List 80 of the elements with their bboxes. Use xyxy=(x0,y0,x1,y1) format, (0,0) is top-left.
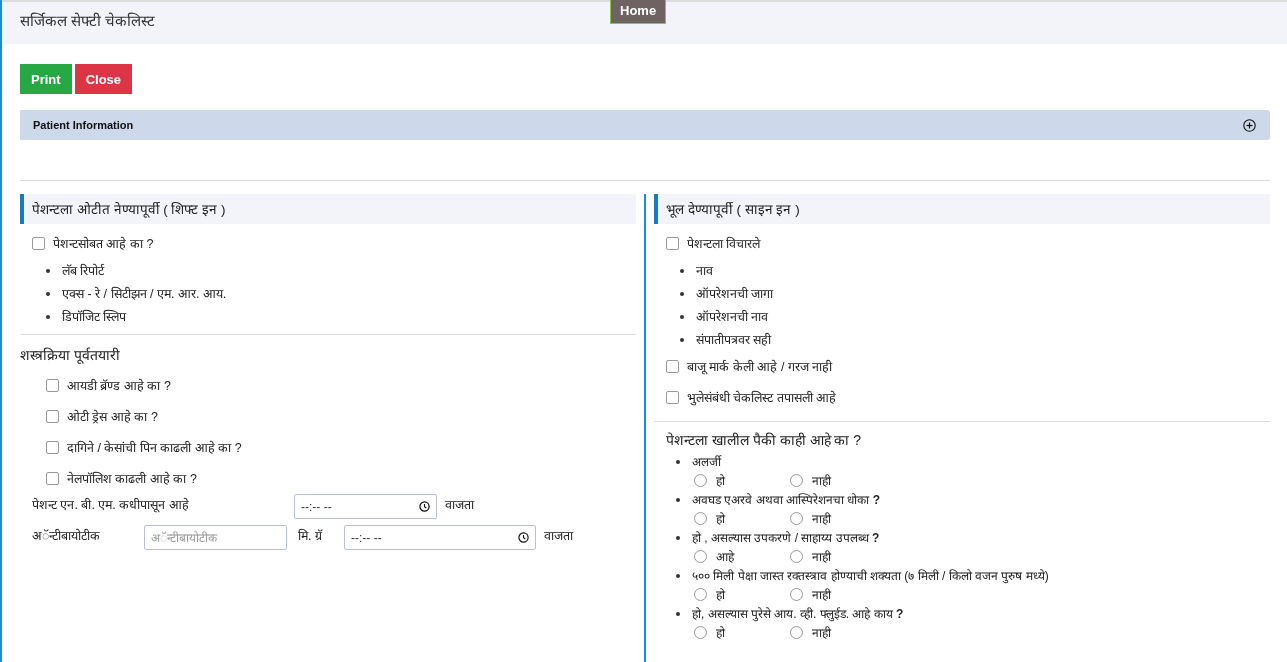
radio-label: नाही xyxy=(812,625,831,641)
radio-button[interactable] xyxy=(694,588,707,601)
bullet-icon xyxy=(46,268,50,273)
clock-icon[interactable] xyxy=(419,501,430,512)
checkbox[interactable] xyxy=(46,410,59,423)
question-item: अलर्जी xyxy=(692,453,721,471)
list-item: ऑपरेशनची नाव xyxy=(696,308,769,326)
radio-label: आहे xyxy=(716,549,734,565)
radio-button[interactable] xyxy=(694,550,707,563)
question-item: हो , असल्यास उपकरणे / साहाय्य उपलब्ध ? xyxy=(692,529,880,547)
unit-label: वाजता xyxy=(544,528,573,544)
radio-label: हो xyxy=(716,587,725,603)
list-item: डिपॉजिट स्लिप xyxy=(62,308,127,326)
accordion-title: Patient Information xyxy=(33,119,134,131)
checkbox[interactable] xyxy=(666,237,679,250)
checkbox-label: नेलपॉलिश काढली आहे का ? xyxy=(67,470,197,487)
checkbox-label: दागिने / केसांची पिन काढली आहे का ? xyxy=(67,439,242,456)
antibiotic-field[interactable]: अॅन्टीबायोटीक xyxy=(144,525,287,550)
unit-label: मि. ग्रॅ xyxy=(297,527,324,544)
radio-label: हो xyxy=(716,511,725,527)
bullet-icon xyxy=(676,611,680,616)
list-item: नाव xyxy=(696,262,713,280)
accordion-header[interactable]: Patient Information xyxy=(20,110,1270,140)
checkbox-label: भुलेसंबंधी चेकलिस्ट तपासली आहे xyxy=(687,389,837,406)
radio-label: नाही xyxy=(812,473,831,489)
radio-button[interactable] xyxy=(790,588,803,601)
close-button[interactable]: Close xyxy=(74,64,133,94)
radio-button[interactable] xyxy=(694,474,707,487)
subsection-heading: शस्त्रक्रिया पूर्वतयारी xyxy=(20,334,636,370)
radio-button[interactable] xyxy=(790,512,803,525)
checkbox[interactable] xyxy=(32,237,45,250)
checkbox-label: ओटी ड्रेस आहे का ? xyxy=(67,408,158,425)
radio-label: हो xyxy=(716,473,725,489)
radio-button[interactable] xyxy=(694,626,707,639)
home-tab[interactable]: Home xyxy=(610,0,667,24)
bullet-icon xyxy=(676,535,680,540)
bullet-icon xyxy=(680,337,684,342)
radio-button[interactable] xyxy=(694,512,707,525)
checkbox[interactable] xyxy=(46,379,59,392)
checkbox[interactable] xyxy=(666,360,679,373)
field-label: अॅन्टीबायोटीक xyxy=(32,527,101,544)
time-field[interactable]: --:-- -- xyxy=(294,494,437,519)
radio-button[interactable] xyxy=(790,550,803,563)
bullet-icon xyxy=(676,573,680,578)
list-item: लॅब रिपोर्ट xyxy=(62,262,105,280)
question-item: अवघड एअरवे अथवा आस्पिरेशनचा धोका ? xyxy=(692,491,880,509)
list-item: संपातीपत्रवर सही xyxy=(696,331,772,349)
radio-label: हो xyxy=(716,625,725,641)
question-heading: पेशन्टला खालील पैकी काही आहे का ? xyxy=(654,421,1270,452)
page-title: सर्जिकल सेफ्टी चेकलिस्ट xyxy=(20,11,156,30)
time-field[interactable]: --:-- -- xyxy=(344,525,536,550)
radio-label: नाही xyxy=(812,587,831,603)
checkbox[interactable] xyxy=(46,472,59,485)
bullet-icon xyxy=(46,291,50,296)
bullet-icon xyxy=(680,314,684,319)
bullet-icon xyxy=(680,291,684,296)
section-heading: भूल देण्यापूर्वी ( साइन इन ) xyxy=(654,194,1270,224)
section-heading: पेशन्टला ओटीत नेण्यापूर्वी ( शिफ्ट इन ) xyxy=(20,194,636,224)
bullet-icon xyxy=(46,314,50,319)
checkbox-label: पेशन्टला विचारले xyxy=(687,235,761,252)
checkbox-label: आयडी ब्रॅण्ड आहे का ? xyxy=(67,377,171,394)
list-item: एक्स - रे / सिटीझन / एम. आर. आय. xyxy=(62,285,227,303)
radio-label: नाही xyxy=(812,511,831,527)
list-item: ऑपरेशनची जागा xyxy=(696,285,774,303)
checkbox-label: पेशन्टसोबत आहे का ? xyxy=(53,235,154,252)
checkbox[interactable] xyxy=(666,391,679,404)
checkbox-label: बाजू मार्क केली आहे / गरज नाही xyxy=(687,358,833,375)
field-label: पेशन्ट एन. बी. एम. कधीपासून आहे xyxy=(32,496,190,513)
bullet-icon xyxy=(676,497,680,502)
bullet-icon xyxy=(680,268,684,273)
radio-label: नाही xyxy=(812,549,831,565)
question-item: हो, असल्यास पुरेसे आय. व्ही. फ्लुईड. आहे काय ? xyxy=(692,605,904,623)
plus-circle-icon[interactable] xyxy=(1243,118,1256,132)
unit-label: वाजता xyxy=(445,497,474,513)
radio-button[interactable] xyxy=(790,626,803,639)
bullet-icon xyxy=(676,459,680,464)
radio-button[interactable] xyxy=(790,474,803,487)
question-item: ५०० मिली पेक्षा जास्त रक्तस्त्राव होण्याची शक्यता (७ मिली / किलो वजन पुरुष मध्ये) xyxy=(692,567,1049,585)
clock-icon[interactable] xyxy=(518,532,529,543)
checkbox[interactable] xyxy=(46,441,59,454)
